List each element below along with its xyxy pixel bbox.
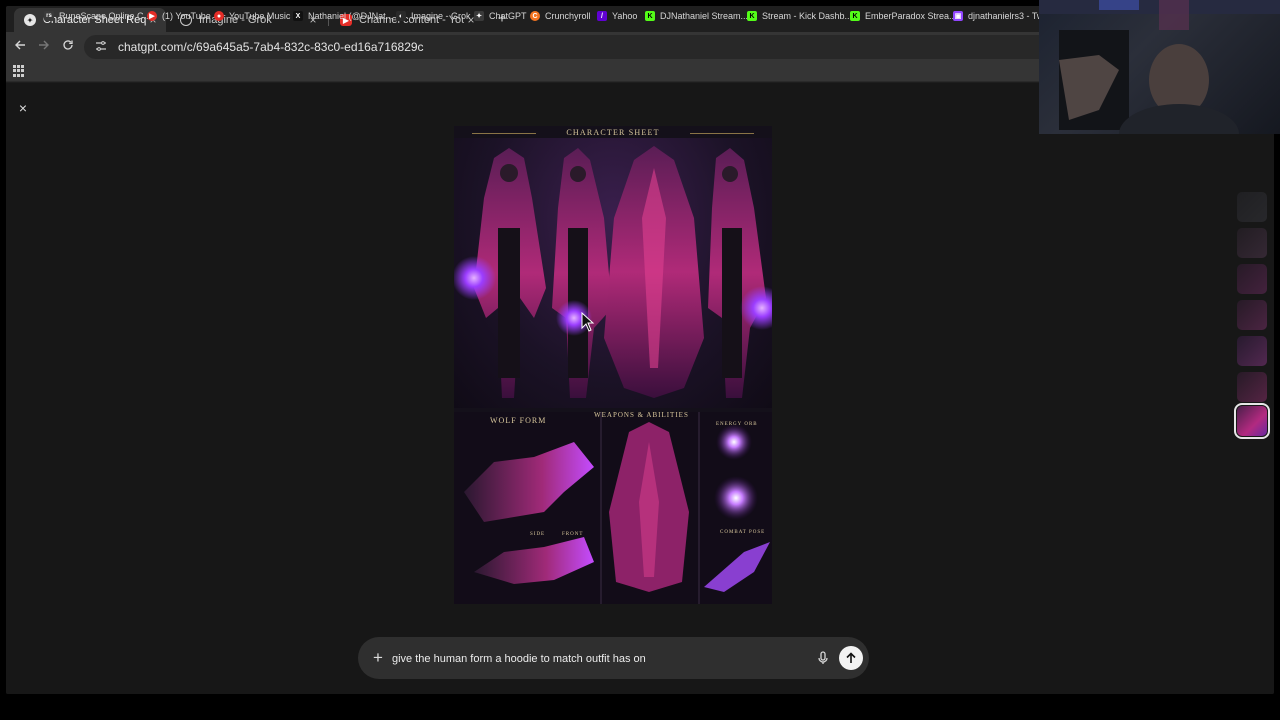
figure-side (552, 148, 612, 398)
chatgpt-icon: ✦ (474, 11, 484, 21)
generated-image[interactable]: CHARACTER SHEET WOLF FORM WEAPONS & ABIL… (454, 126, 772, 604)
yahoo-icon: / (597, 11, 607, 21)
bookmark-youtube-music[interactable]: ● YouTube Music (214, 9, 290, 23)
bookmark-label: (1) YouTube (162, 11, 211, 21)
sheet-title: CHARACTER SHEET (566, 128, 660, 137)
site-settings-icon[interactable] (94, 40, 108, 54)
figure-three-quarter (708, 148, 766, 398)
bookmark-label: DJNathaniel Stream... (660, 11, 749, 21)
energy-orb-label: ENERGY ORB (716, 422, 758, 427)
crunchyroll-icon: C (530, 11, 540, 21)
weapons-label: WEAPONS & ABILITIES (594, 411, 689, 419)
attach-plus-button[interactable]: + (368, 648, 388, 668)
grok-icon: ◐ (396, 11, 406, 21)
microphone-icon (818, 651, 828, 664)
bookmark-kick-djnathaniel[interactable]: K DJNathaniel Stream... (645, 9, 748, 23)
thumbnail-7-selected[interactable] (1234, 403, 1270, 439)
apps-grid-icon[interactable] (13, 65, 25, 77)
thumbnail-6[interactable] (1237, 372, 1267, 402)
send-button[interactable] (839, 646, 863, 670)
bookmark-label: Nathaniel (@DJNat... (308, 11, 394, 21)
reload-icon (63, 40, 73, 50)
image-viewer: × CHARACTER SHEET WOLF FORM WEAPONS & AB… (6, 83, 1274, 694)
bookmark-yahoo[interactable]: / Yahoo (597, 9, 637, 23)
bookmark-x-nathaniel[interactable]: X Nathaniel (@DJNat... (293, 9, 393, 23)
forward-arrow-icon (39, 40, 49, 50)
thumbnail-2[interactable] (1237, 228, 1267, 258)
bookmark-label: EmberParadox Strea... (865, 11, 957, 21)
bookmark-kick-emberparadox[interactable]: K EmberParadox Strea... (850, 9, 957, 23)
bookmark-youtube[interactable]: ▶ (1) YouTube (147, 9, 211, 23)
mouse-cursor-icon (581, 312, 595, 332)
bookmark-label: YouTube Music (229, 11, 291, 21)
arrow-up-icon (846, 652, 856, 663)
bookmark-twitch[interactable]: ▣ djnathanielrs3 - Twit (953, 9, 1048, 23)
bookmark-chatgpt[interactable]: ✦ ChatGPT (474, 9, 527, 23)
forward-button[interactable] (35, 38, 53, 56)
bookmark-label: Stream - Kick Dashb... (762, 11, 853, 21)
bookmark-crunchyroll[interactable]: C Crunchyroll (530, 9, 591, 23)
bookmark-label: djnathanielrs3 - Twit (968, 11, 1048, 21)
webcam-overlay (1039, 0, 1280, 134)
bookmark-runescape[interactable]: rs RuneScape Online C... (44, 9, 151, 23)
bookmark-label: ChatGPT (489, 11, 527, 21)
microphone-button[interactable] (814, 649, 832, 667)
twitch-icon: ▣ (953, 11, 963, 21)
address-bar[interactable]: chatgpt.com/c/69a645a5-7ab4-832c-83c0-ed… (84, 35, 1084, 59)
url-text: chatgpt.com/c/69a645a5-7ab4-832c-83c0-ed… (118, 40, 424, 54)
kick-icon: K (850, 11, 860, 21)
combat-pose-label: COMBAT POSE (720, 530, 766, 535)
x-icon: X (293, 11, 303, 21)
bookmark-label: Yahoo (612, 11, 638, 21)
side-label: SIDE (530, 532, 546, 537)
thumbnail-1[interactable] (1237, 192, 1267, 222)
abilities-panel: WOLF FORM WEAPONS & ABILITIES ENERGY ORB… (454, 411, 772, 604)
bookmark-label: Crunchyroll (545, 11, 591, 21)
front-label: FRONT (562, 532, 584, 537)
kick-icon: K (645, 11, 655, 21)
reload-button[interactable] (59, 38, 77, 56)
character-turnaround (454, 138, 772, 408)
prompt-composer: + (358, 637, 869, 679)
kick-icon: K (747, 11, 757, 21)
thumbnail-4[interactable] (1237, 300, 1267, 330)
prompt-input[interactable] (392, 650, 812, 668)
bookmark-imagine-grok[interactable]: ◐ Imagine - Grok (396, 9, 471, 23)
back-button[interactable] (11, 38, 29, 56)
youtube-music-icon: ● (214, 11, 224, 21)
close-viewer-button[interactable]: × (16, 101, 30, 115)
bookmark-label: RuneScape Online C... (59, 11, 152, 21)
thumbnail-3[interactable] (1237, 264, 1267, 294)
youtube-icon: ▶ (147, 11, 157, 21)
figure-back (604, 146, 704, 398)
bookmark-kick-dashboard[interactable]: K Stream - Kick Dashb... (747, 9, 852, 23)
chatgpt-icon: ✦ (24, 14, 36, 26)
back-arrow-icon (15, 40, 25, 50)
runescape-icon: rs (44, 11, 54, 21)
thumbnail-5[interactable] (1237, 336, 1267, 366)
bookmark-label: Imagine - Grok (411, 11, 471, 21)
wolf-form-label: WOLF FORM (490, 416, 547, 425)
